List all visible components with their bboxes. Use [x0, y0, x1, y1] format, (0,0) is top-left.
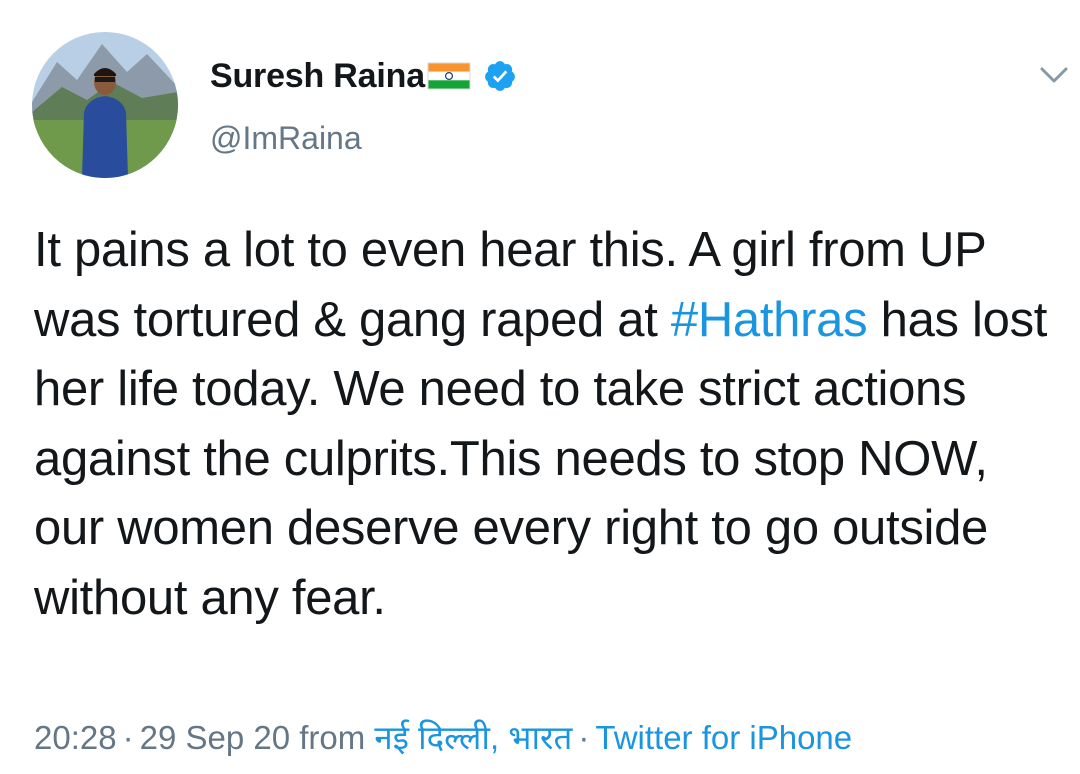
location-link[interactable]: नई दिल्ली, भारत — [374, 719, 572, 756]
tweet-date[interactable]: 29 Sep 20 — [140, 719, 290, 756]
avatar[interactable] — [32, 32, 178, 178]
author-handle[interactable]: @ImRaina — [210, 120, 362, 157]
separator: · — [578, 719, 590, 756]
chevron-down-icon[interactable] — [1036, 60, 1072, 90]
tweet-meta: 20:28 · 29 Sep 20 from नई दिल्ली, भारत · Twi… — [34, 714, 852, 759]
hashtag-link[interactable]: #Hathras — [671, 293, 868, 347]
display-name[interactable]: Suresh Raina — [210, 57, 425, 96]
verified-check-icon — [483, 59, 517, 93]
tweet-card: Suresh Raina @ImRaina It pains a lot to … — [0, 0, 1080, 774]
from-label: from — [299, 719, 366, 756]
separator: · — [122, 719, 134, 756]
indian-flag-icon — [427, 61, 471, 91]
author-name-row: Suresh Raina — [210, 56, 517, 96]
client-link[interactable]: Twitter for iPhone — [595, 719, 852, 756]
tweet-time[interactable]: 20:28 — [34, 719, 117, 756]
tweet-text: It pains a lot to even hear this. A girl… — [34, 216, 1064, 633]
